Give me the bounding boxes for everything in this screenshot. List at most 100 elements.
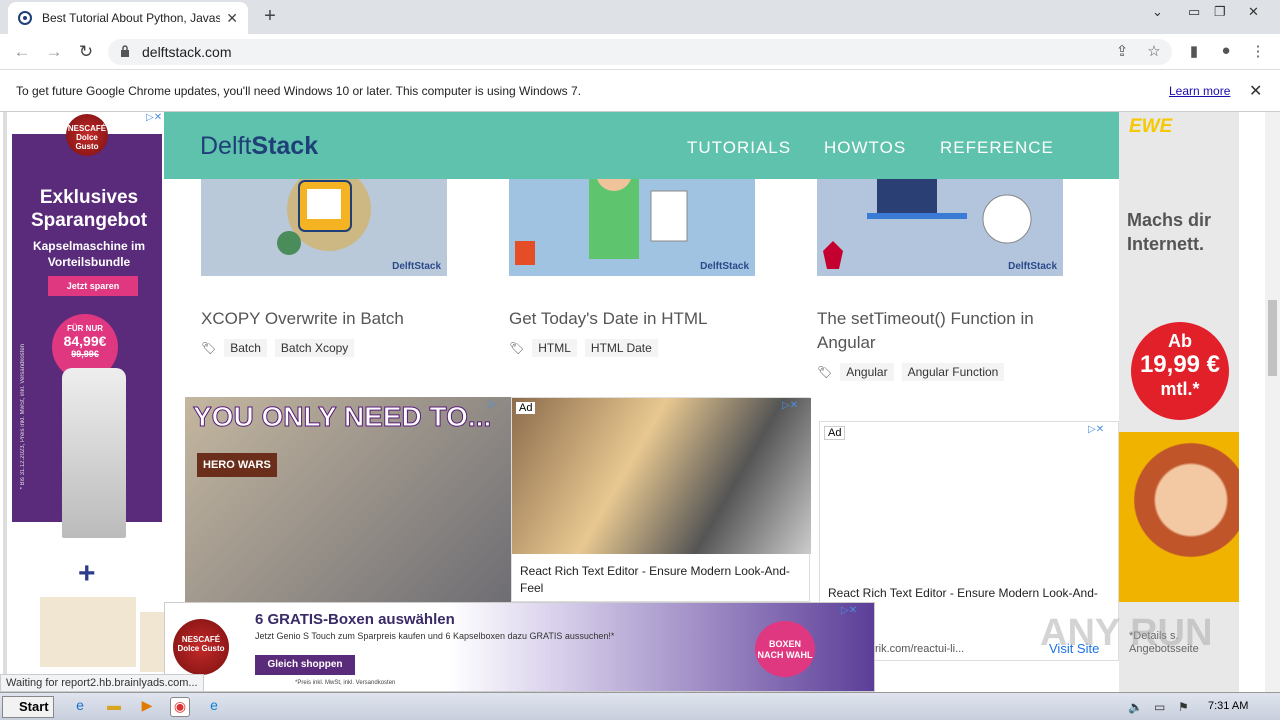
coffee-machine-image	[62, 368, 126, 538]
start-button[interactable]: Start	[2, 696, 54, 718]
ad-headline: Machs dir Internett.	[1127, 210, 1212, 254]
dolce-gusto-logo: NESCAFÉ Dolce Gusto	[66, 114, 108, 156]
banner-headline: 6 GRATIS-Boxen auswählen	[255, 611, 455, 628]
minimize-icon[interactable]: ▭	[1188, 4, 1200, 20]
price-prefix: Ab	[1168, 331, 1192, 351]
article-title[interactable]: The setTimeout() Function in Angular	[817, 307, 1077, 355]
active-tab[interactable]: Best Tutorial About Python, Javascri ✕	[8, 2, 248, 34]
explorer-icon[interactable]: ▬	[104, 697, 124, 717]
adchoices-close-icon[interactable]: ▷✕	[146, 112, 162, 123]
ad-url: rik.com/reactui-li...	[875, 643, 965, 655]
capsule-box-image	[40, 597, 136, 667]
close-window-icon[interactable]: ✕	[1248, 4, 1259, 20]
restore-icon[interactable]: ❐	[1214, 4, 1226, 20]
volume-icon[interactable]: 🔈	[1128, 700, 1143, 714]
article-thumbnail[interactable]: DelftStack	[201, 167, 447, 276]
address-bar[interactable]: delftstack.com	[108, 39, 1172, 65]
edge-icon[interactable]: e	[204, 697, 224, 717]
banner-fineprint: *Preis inkl. MwSt, inkl. Versandkosten	[295, 680, 396, 686]
tag[interactable]: Batch	[224, 339, 267, 357]
site-favicon-icon	[18, 11, 32, 25]
tab-close-icon[interactable]: ✕	[226, 10, 238, 27]
ie-icon[interactable]: e	[70, 697, 90, 717]
tag[interactable]: HTML Date	[584, 339, 658, 357]
menu-icon[interactable]: ⋮	[1248, 42, 1268, 60]
flag-icon[interactable]: ⚑	[1178, 700, 1189, 714]
tag[interactable]: Angular	[840, 363, 894, 381]
ad-label: Ad	[516, 402, 536, 414]
price-value: 84,99€	[63, 333, 107, 349]
adchoices-close-icon[interactable]: ▷✕	[1088, 424, 1104, 435]
status-bubble: Waiting for report2.hb.brainlyads.com...	[0, 674, 204, 692]
chrome-icon[interactable]: ◉	[170, 697, 190, 717]
adchoices-close-icon[interactable]: ▷✕	[841, 605, 857, 616]
logo-text-a: Delft	[200, 132, 252, 160]
scrollbar-thumb[interactable]	[1268, 300, 1277, 376]
network-icon[interactable]: ▭	[1154, 700, 1165, 714]
infobar-close-icon[interactable]: ✕	[1249, 81, 1262, 101]
ad-label: Ad	[824, 426, 846, 440]
forward-icon[interactable]: →	[44, 42, 64, 62]
article-title[interactable]: Get Today's Date in HTML	[509, 307, 769, 331]
back-icon[interactable]: ←	[12, 42, 32, 62]
adchoices-icon[interactable]: ▷	[489, 399, 497, 410]
dolce-gusto-logo: NESCAFÉ Dolce Gusto	[173, 619, 229, 675]
tag-icon: 🏷	[817, 365, 833, 379]
price-value: 19,99 €	[1139, 351, 1221, 378]
article-thumbnail[interactable]: DelftStack	[817, 179, 1063, 276]
site-header: DelftStack TUTORIALS HOWTOS REFERENCE	[164, 112, 1119, 179]
article-thumbnail[interactable]: DelftStack	[509, 155, 755, 276]
nav-tutorials[interactable]: TUTORIALS	[687, 138, 791, 158]
hero-wars-ad[interactable]: YOU ONLY NEED TO... HERO WARS ▷	[185, 397, 512, 602]
left-skyscraper-ad[interactable]: ▷✕ NESCAFÉ Dolce Gusto Exklusives Sparan…	[10, 112, 170, 692]
nav-howtos[interactable]: HOWTOS	[824, 138, 906, 158]
boxen-badge: BOXEN NACH WAHL	[755, 621, 815, 677]
new-tab-icon[interactable]: +	[258, 5, 282, 28]
tag-list: 🏷 HTML HTML Date	[509, 339, 658, 357]
shop-button[interactable]: Gleich shoppen	[255, 655, 355, 675]
share-icon[interactable]: ⇪	[1112, 42, 1132, 60]
ad-headline: Exklusives Sparangebot	[30, 187, 148, 231]
lock-icon	[121, 45, 129, 57]
left-frame-border	[3, 112, 7, 692]
profile-icon[interactable]: ●	[1216, 42, 1236, 59]
bookmark-star-icon[interactable]: ☆	[1144, 42, 1164, 60]
delftstack-watermark: DelftStack	[392, 261, 441, 272]
reload-icon[interactable]: ↻	[76, 42, 96, 62]
plus-icon: +	[78, 557, 96, 590]
windows-taskbar: Start e ▬ ▶ ◉ e 🔈 ▭ ⚑ 7:31 AM	[0, 692, 1280, 720]
price-circle: Ab 19,99 € mtl.*	[1131, 322, 1229, 420]
nav-reference[interactable]: REFERENCE	[940, 138, 1054, 158]
browser-toolbar: ← → ↻ delftstack.com ⇪ ☆ ▮ ● ⋮	[0, 34, 1280, 70]
tag[interactable]: Angular Function	[901, 363, 1005, 381]
tag[interactable]: HTML	[532, 339, 577, 357]
article-title[interactable]: XCOPY Overwrite in Batch	[201, 307, 461, 331]
ad-cta-button[interactable]: Jetzt sparen	[48, 276, 138, 296]
ad-caption: React Rich Text Editor - Ensure Modern L…	[520, 564, 790, 595]
logo-text-b: Stack	[251, 132, 319, 160]
site-logo[interactable]: DelftStack	[200, 132, 318, 161]
hero-wars-logo: HERO WARS	[197, 453, 277, 477]
react-editor-ad[interactable]: Ad ▷✕ React Rich Text Editor - Ensure Mo…	[511, 397, 811, 602]
learn-more-link[interactable]: Learn more	[1169, 84, 1230, 98]
update-infobar: To get future Google Chrome updates, you…	[0, 70, 1280, 112]
clock[interactable]: 7:31 AM	[1208, 700, 1248, 712]
ewe-logo: EWE	[1129, 116, 1173, 137]
old-price: 99,99€	[71, 349, 99, 359]
tag[interactable]: Batch Xcopy	[274, 339, 355, 357]
tab-search-icon[interactable]: ⌄	[1152, 4, 1163, 20]
hero-ad-headline: YOU ONLY NEED TO...	[192, 401, 492, 433]
tab-title: Best Tutorial About Python, Javascri	[42, 11, 221, 25]
anyrun-watermark: ANY RUN	[1040, 612, 1213, 654]
media-player-icon[interactable]: ▶	[137, 697, 157, 717]
page-scrollbar[interactable]	[1265, 112, 1280, 692]
adchoices-close-icon[interactable]: ▷✕	[782, 400, 798, 411]
ad-fineprint: * Bis 31.12.2023, Preis inkl. MwSt, inkl…	[20, 344, 26, 490]
url-text: delftstack.com	[142, 44, 232, 60]
right-skyscraper-ad[interactable]: EWE Machs dir Internett. Ab 19,99 € mtl.…	[1119, 112, 1239, 692]
side-panel-icon[interactable]: ▮	[1184, 42, 1204, 60]
bottom-banner-ad[interactable]: NESCAFÉ Dolce Gusto 6 GRATIS-Boxen auswä…	[164, 602, 875, 692]
infobar-message: To get future Google Chrome updates, you…	[16, 84, 582, 98]
banner-subtext: Jetzt Genio S Touch zum Sparpreis kaufen…	[255, 631, 615, 641]
tag-icon: 🏷	[201, 341, 217, 355]
